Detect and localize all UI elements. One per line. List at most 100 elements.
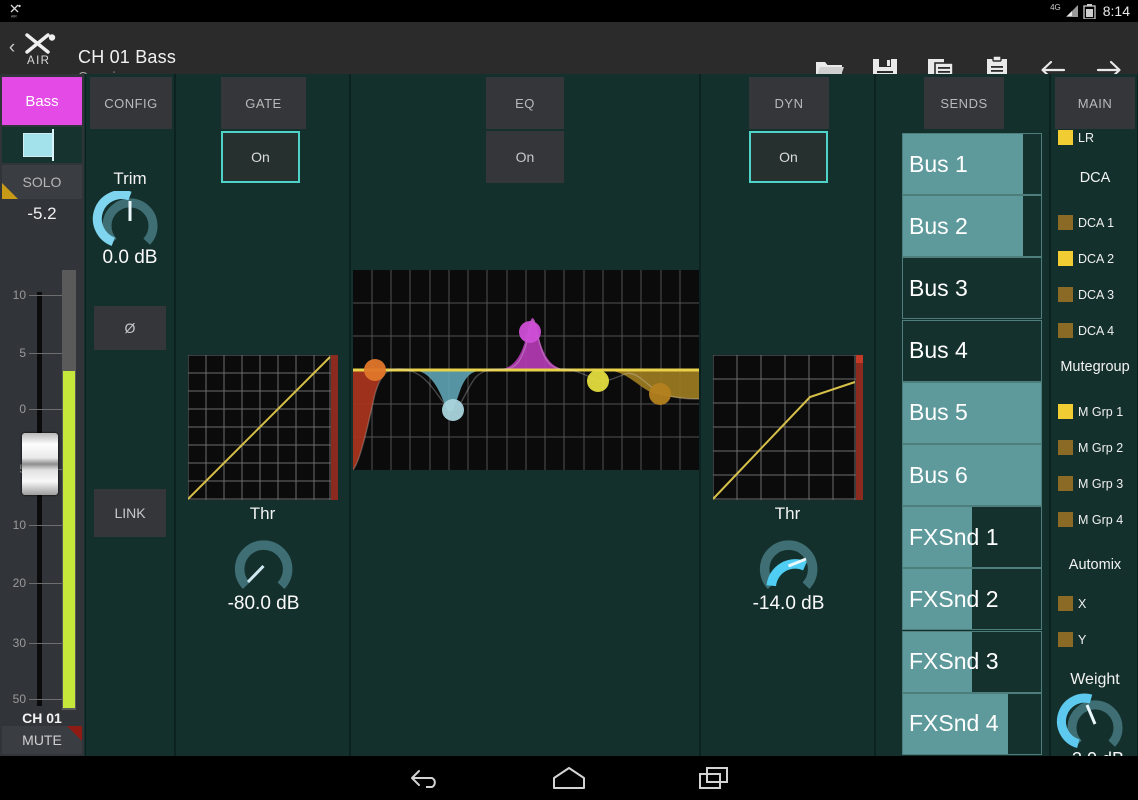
dca-row[interactable]: DCA 3	[1058, 287, 1114, 302]
page-title: CH 01 Bass	[78, 47, 177, 67]
app-root: AIR 4G 8:14 ‹ AIR CH 01 Bass Overview	[0, 0, 1138, 800]
mute-label: MUTE	[22, 732, 62, 748]
dyn-threshold-knob[interactable]: -14.0 dB	[701, 529, 876, 615]
link-button[interactable]: LINK	[94, 489, 166, 537]
dyn-thr-dial	[759, 540, 818, 589]
scale-label: 50	[12, 692, 26, 706]
dyn-on-button[interactable]: On	[749, 131, 828, 183]
send-label: FXSnd 4	[909, 710, 999, 737]
gate-curve-graph[interactable]	[188, 355, 338, 500]
dca-label: DCA 2	[1078, 251, 1115, 266]
send-item[interactable]: Bus 1	[902, 133, 1042, 195]
mutegroup-indicator-icon	[1058, 476, 1073, 491]
scale-label: 10	[12, 288, 26, 302]
nav-home-icon[interactable]	[529, 756, 609, 800]
fader-handle[interactable]	[22, 433, 58, 495]
mutegroup-section-header: Mutegroup	[1060, 359, 1130, 375]
send-label: FXSnd 2	[909, 585, 999, 612]
send-item[interactable]: Bus 3	[902, 257, 1042, 320]
gate-header-button[interactable]: GATE	[221, 77, 306, 129]
send-item[interactable]: FXSnd 3	[902, 630, 1042, 693]
gate-threshold-knob[interactable]: -80.0 dB	[176, 529, 351, 615]
scale-label: 20	[12, 576, 26, 590]
send-item[interactable]: Bus 5	[902, 381, 1042, 444]
dca-row[interactable]: DCA 1	[1058, 215, 1114, 230]
lr-indicator-icon	[1058, 130, 1073, 145]
dca-label: DCA 3	[1078, 287, 1115, 302]
battery-icon	[1083, 3, 1096, 19]
mute-button[interactable]: MUTE	[2, 726, 82, 754]
mixer-body: Bass SOLO -5.2 10 5 0 5	[0, 74, 1138, 769]
back-chevron-icon[interactable]: ‹	[4, 36, 20, 60]
config-header-button[interactable]: CONFIG	[90, 77, 172, 129]
mutegroup-label: M Grp 2	[1078, 440, 1124, 455]
eq-panel: EQ On	[350, 74, 700, 756]
send-label: Bus 2	[909, 212, 968, 239]
automix-label: X	[1078, 596, 1087, 611]
gate-thr-value: -80.0 dB	[227, 593, 300, 614]
dca-indicator-icon	[1058, 287, 1073, 302]
dca-indicator-icon	[1058, 323, 1073, 338]
send-label: Bus 5	[909, 399, 968, 426]
send-label: FXSnd 1	[909, 523, 999, 550]
mutegroup-indicator-icon	[1058, 512, 1073, 527]
send-item[interactable]: FXSnd 4	[902, 692, 1042, 755]
dca-indicator-icon	[1058, 251, 1073, 266]
mutegroup-row[interactable]: M Grp 4	[1058, 512, 1123, 527]
gate-thr-dial	[234, 540, 293, 589]
channel-name-button[interactable]: Bass	[2, 77, 82, 125]
automix-row[interactable]: X	[1058, 596, 1086, 611]
solo-button[interactable]: SOLO	[2, 165, 82, 199]
automix-row[interactable]: Y	[1058, 632, 1086, 647]
dca-indicator-icon	[1058, 215, 1073, 230]
trim-knob[interactable]: Trim 0.0 dB	[86, 169, 174, 269]
weight-label: Weight	[1070, 671, 1120, 688]
solo-label: SOLO	[22, 174, 62, 190]
pan-swatch-icon[interactable]	[2, 127, 82, 163]
phase-invert-button[interactable]: Ø	[94, 306, 166, 350]
send-item[interactable]: Bus 6	[902, 444, 1042, 506]
android-nav-bar	[0, 756, 1138, 800]
eq-band5-handle	[649, 383, 671, 405]
mute-corner-indicator	[67, 726, 82, 741]
gate-on-button[interactable]: On	[221, 131, 300, 183]
trim-label: Trim	[113, 169, 147, 188]
weight-knob-dial	[1056, 693, 1123, 749]
eq-on-button[interactable]: On	[486, 131, 564, 183]
dca-label: DCA 1	[1078, 215, 1115, 230]
xair-logo-icon: AIR	[10, 4, 21, 19]
automix-section-header: Automix	[1068, 557, 1122, 573]
mutegroup-row[interactable]: M Grp 2	[1058, 440, 1123, 455]
android-status-bar: AIR 4G 8:14	[0, 0, 1138, 22]
send-item[interactable]: Bus 2	[902, 195, 1042, 258]
sends-panel: SENDS Bus 1 Bus 2 Bus 3 Bus 4 Bus 5 Bus 6 FXSn…	[875, 74, 1050, 756]
eq-header-button[interactable]: EQ	[486, 77, 564, 129]
dyn-curve-graph[interactable]	[713, 355, 863, 500]
mutegroup-row[interactable]: M Grp 3	[1058, 476, 1123, 491]
eq-band1-handle	[364, 359, 386, 381]
main-lr-row[interactable]: LR	[1058, 130, 1094, 145]
svg-text:AIR: AIR	[11, 15, 17, 19]
nav-back-icon[interactable]	[385, 756, 465, 800]
eq-band2-handle	[442, 399, 464, 421]
send-item[interactable]: FXSnd 1	[902, 506, 1042, 569]
nav-recents-icon[interactable]	[674, 756, 754, 800]
dyn-header-button[interactable]: DYN	[749, 77, 829, 129]
send-label: Bus 6	[909, 461, 968, 488]
dyn-thr-value: -14.0 dB	[752, 593, 825, 614]
dca-section-header: DCA	[1079, 170, 1111, 186]
eq-band3-handle	[519, 321, 541, 343]
xair-logo-icon: AIR	[25, 33, 56, 67]
mutegroup-row[interactable]: M Grp 1	[1058, 404, 1123, 419]
send-label: FXSnd 3	[909, 648, 999, 675]
dca-row[interactable]: DCA 2	[1058, 251, 1114, 266]
sends-header-button[interactable]: SENDS	[924, 77, 1004, 129]
scale-label: 0	[19, 402, 26, 416]
send-item[interactable]: FXSnd 2	[902, 568, 1042, 631]
network-type-label: 4G	[1050, 3, 1061, 12]
send-item[interactable]: Bus 4	[902, 319, 1042, 382]
main-header-button[interactable]: MAIN	[1055, 77, 1135, 129]
eq-curve-graph[interactable]	[353, 270, 699, 470]
dca-row[interactable]: DCA 4	[1058, 323, 1114, 338]
signal-bars-icon	[1065, 5, 1078, 17]
